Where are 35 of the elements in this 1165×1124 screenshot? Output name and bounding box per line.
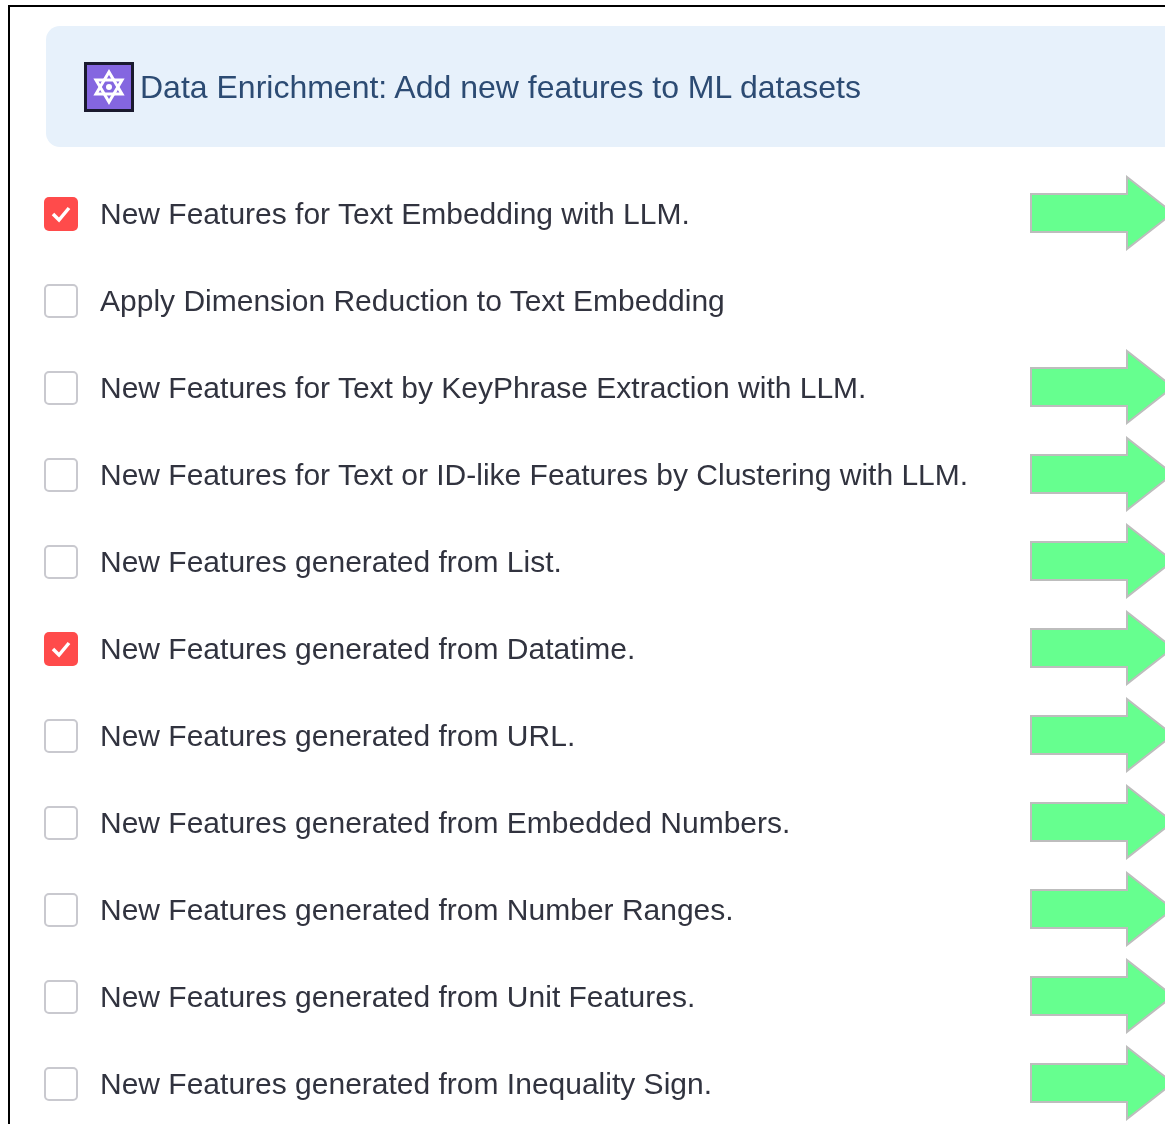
checkmark-icon — [50, 204, 72, 223]
option-label: New Features generated from Datatime. — [100, 631, 636, 667]
arrow-icon — [1029, 523, 1165, 599]
checkbox[interactable] — [44, 544, 78, 579]
checkbox[interactable] — [44, 457, 78, 492]
checkbox[interactable] — [44, 979, 78, 1014]
option-label: New Features generated from Embedded Numbers. — [100, 805, 791, 841]
option-label: New Features generated from Unit Features. — [100, 979, 696, 1015]
checkbox[interactable] — [44, 1066, 78, 1101]
checkbox[interactable] — [44, 370, 78, 405]
checkbox[interactable] — [44, 805, 78, 840]
checkmark-icon — [50, 639, 72, 658]
option-label: Apply Dimension Reduction to Text Embedding — [100, 283, 725, 319]
arrow-icon — [1029, 1045, 1165, 1121]
option-label: New Features for Text Embedding with LLM. — [100, 196, 690, 232]
arrow-icon — [1029, 349, 1165, 425]
arrow-icon — [1029, 436, 1165, 512]
option-label: New Features for Text or ID-like Features by Clustering with LLM. — [100, 457, 969, 493]
option-label: New Features generated from URL. — [100, 718, 576, 754]
checkbox[interactable] — [44, 718, 78, 753]
option-label: New Features for Text by KeyPhrase Extraction with LLM. — [100, 370, 867, 406]
header-title: Data Enrichment: Add new features to ML datasets — [140, 67, 861, 107]
arrow-icon — [1029, 175, 1165, 251]
arrow-icon — [1029, 871, 1165, 947]
option-label: New Features generated from List. — [100, 544, 562, 580]
checkbox[interactable] — [44, 631, 78, 666]
option-label: New Features generated from Inequality Sign. — [100, 1066, 712, 1102]
arrow-icon — [1029, 958, 1165, 1034]
checkbox[interactable] — [44, 196, 78, 231]
option-label: New Features generated from Number Ranges. — [100, 892, 734, 928]
checkbox[interactable] — [44, 892, 78, 927]
arrow-icon — [1029, 610, 1165, 686]
arrow-icon — [1029, 784, 1165, 860]
checkbox[interactable] — [44, 283, 78, 318]
arrow-icon — [1029, 697, 1165, 773]
